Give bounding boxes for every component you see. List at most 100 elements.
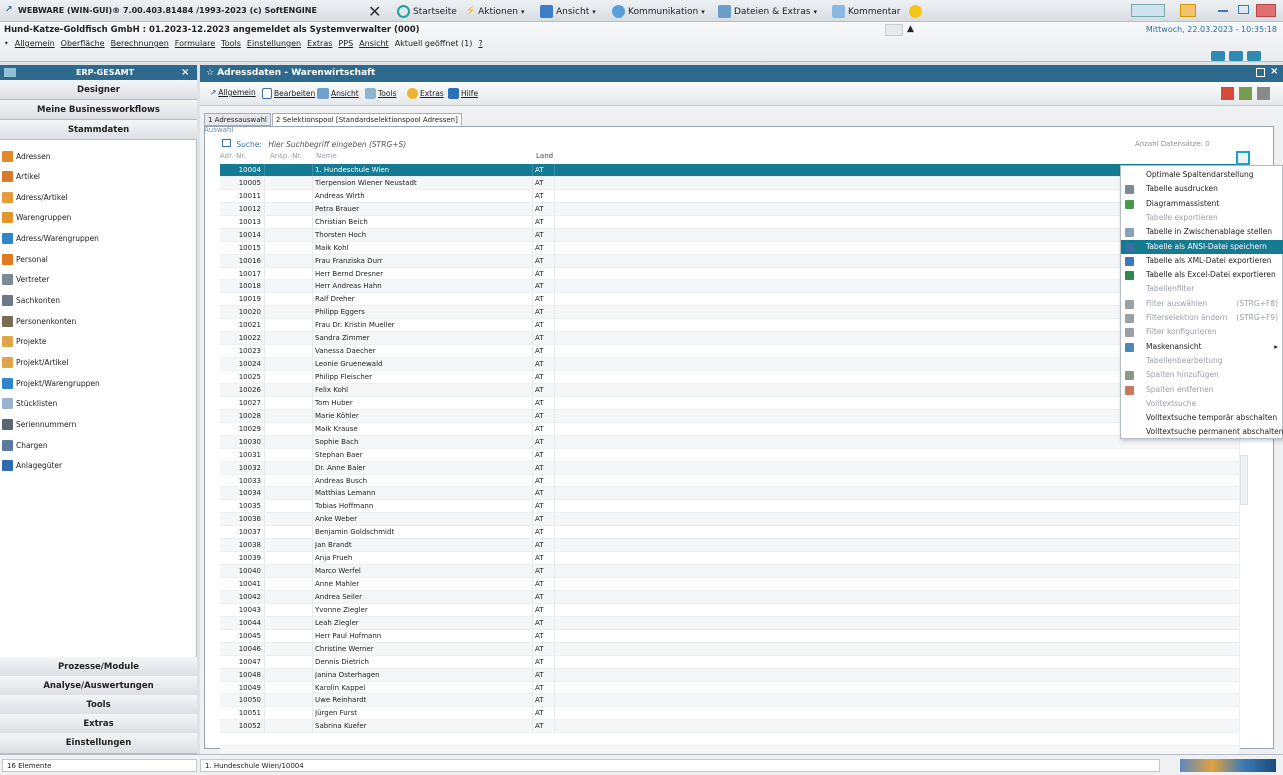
tab-adressauswahl[interactable]: 1 Adressauswahl xyxy=(204,113,271,126)
table-row[interactable]: 10013 Christian Beich AT xyxy=(220,215,1240,229)
toolbar-startseite[interactable]: Startseite xyxy=(397,4,457,19)
sidebar-close-icon[interactable]: × xyxy=(181,67,189,78)
col-land[interactable]: Land xyxy=(536,152,553,160)
maximize-icon[interactable] xyxy=(1238,5,1249,14)
sidebar-item[interactable]: Artikel xyxy=(2,168,40,186)
toolbar-ansicht-main[interactable]: Ansicht xyxy=(317,88,359,99)
table-row[interactable]: 10047 Dennis Dietrich AT xyxy=(220,655,1240,669)
message-icon[interactable] xyxy=(1247,51,1261,61)
menu-einstellungen[interactable]: Einstellungen xyxy=(247,39,301,48)
close-window-icon[interactable]: × xyxy=(1270,66,1278,77)
sidebar-einstellungen[interactable]: Einstellungen xyxy=(0,733,197,754)
tab-selektionspool[interactable]: 2 Selektionspool [Standardselektionspool… xyxy=(271,113,462,126)
menu-berechnungen[interactable]: Berechnungen xyxy=(111,39,169,48)
table-row[interactable]: 10043 Yvonne Ziegler AT xyxy=(220,603,1240,617)
toolbar-extras-main[interactable]: Extras xyxy=(407,88,444,99)
table-row[interactable]: 10011 Andreas Wirth AT xyxy=(220,189,1240,203)
toolbar-tools-main[interactable]: Tools xyxy=(365,88,396,99)
table-row[interactable]: 10035 Tobias Hoffmann AT xyxy=(220,500,1240,514)
sidebar-item[interactable]: Personenkonten xyxy=(2,312,76,330)
sidebar-item[interactable]: Seriennummern xyxy=(2,415,76,433)
folder-icon[interactable] xyxy=(1180,4,1196,17)
menu-oberflaeche[interactable]: Oberfläche xyxy=(61,39,105,48)
table-row[interactable]: 10015 Maik Kohl AT xyxy=(220,241,1240,255)
chevron-up-icon[interactable]: ▲ xyxy=(907,24,914,34)
table-row[interactable]: 10014 Thorsten Hoch AT xyxy=(220,228,1240,242)
table-row[interactable]: 10042 Andrea Seiler AT xyxy=(220,590,1240,604)
sidebar-item[interactable]: Anlagegüter xyxy=(2,457,62,475)
table-row[interactable]: 10004 1. Hundeschule Wien AT xyxy=(220,164,1240,177)
menu-help[interactable]: ? xyxy=(478,39,482,48)
table-row[interactable]: 10040 Marco Werfel AT xyxy=(220,565,1240,578)
table-row[interactable]: 10046 Christine Werner AT xyxy=(220,642,1240,656)
toolbar-kommunikation[interactable]: Kommunikation ▾ xyxy=(612,4,705,19)
menu-extras[interactable]: Extras xyxy=(307,39,332,48)
table-row[interactable]: 10031 Stephan Baer AT xyxy=(220,448,1240,462)
sidebar-tools[interactable]: Tools xyxy=(0,695,197,715)
sidebar-item[interactable]: Warengruppen xyxy=(2,209,71,227)
grid-options-icon[interactable] xyxy=(1236,151,1250,165)
context-menu-item[interactable]: Tabelle als XML-Datei exportieren xyxy=(1121,254,1283,268)
minimize-icon[interactable] xyxy=(1218,6,1228,12)
status-icons[interactable] xyxy=(1180,759,1276,772)
toolbar-kommentar[interactable]: Kommentar xyxy=(832,4,923,19)
sidebar-item[interactable]: Personal xyxy=(2,250,48,268)
table-row[interactable]: 10005 Tierpension Wiener Neustadt AT xyxy=(220,176,1240,190)
context-menu-item[interactable]: Tabelle als Excel-Datei exportieren xyxy=(1121,268,1283,282)
sidebar-item[interactable]: Projekt/Artikel xyxy=(2,354,68,372)
sidebar-item[interactable]: Sachkonten xyxy=(2,292,60,310)
sidebar-item[interactable]: Adress/Artikel xyxy=(2,188,68,206)
table-row[interactable]: 10012 Petra Brauer AT xyxy=(220,202,1240,216)
table-row[interactable]: 10030 Sophie Bach AT xyxy=(220,435,1240,449)
table-row[interactable]: 10049 Karolin Kappel AT xyxy=(220,681,1240,695)
table-row[interactable]: 10017 Herr Bernd Dresner AT xyxy=(220,267,1240,281)
sidebar-designer[interactable]: Designer xyxy=(0,80,197,100)
table-row[interactable]: 10021 Frau Dr. Kristin Mueller AT xyxy=(220,319,1240,333)
sidebar-stammdaten[interactable]: Stammdaten xyxy=(0,120,197,140)
smiley-icon[interactable] xyxy=(909,5,923,18)
table-row[interactable]: 10052 Sabrina Kuefer AT xyxy=(220,720,1240,734)
context-menu-item[interactable]: Volltextsuche temporär abschalten xyxy=(1121,411,1283,425)
col-ansp-nr[interactable]: Ansp.-Nr. xyxy=(270,152,302,160)
menu-tools[interactable]: Tools xyxy=(221,39,241,48)
menu-allgemein[interactable]: Allgemein xyxy=(15,39,55,48)
search-input[interactable]: Hier Suchbegriff eingeben (STRG+S) xyxy=(268,140,406,149)
context-menu-item[interactable]: Maskenansicht ▸ xyxy=(1121,340,1283,354)
window-close-icon[interactable] xyxy=(1256,4,1276,17)
table-row[interactable]: 10036 Anke Weber AT xyxy=(220,513,1240,527)
table-row[interactable]: 10028 Marie Köhler AT xyxy=(220,409,1240,423)
sidebar-item[interactable]: Chargen xyxy=(2,436,48,454)
menu-pps[interactable]: PPS xyxy=(338,39,353,48)
window-switch-icon[interactable] xyxy=(1131,4,1165,17)
table-row[interactable]: 10032 Dr. Anne Baier AT xyxy=(220,461,1240,475)
table-row[interactable]: 10018 Herr Andreas Hahn AT xyxy=(220,280,1240,294)
sidebar-item[interactable]: Projekt/Warengruppen xyxy=(2,374,100,392)
table-row[interactable]: 10024 Leonie Gruenewald AT xyxy=(220,358,1240,371)
table-row[interactable]: 10038 Jan Brandt AT xyxy=(220,539,1240,553)
table-row[interactable]: 10044 Leah Ziegler AT xyxy=(220,616,1240,630)
context-menu-item[interactable]: Diagrammassistent xyxy=(1121,197,1283,211)
notification-icon[interactable] xyxy=(1211,51,1225,61)
menu-ansicht[interactable]: Ansicht xyxy=(359,39,389,48)
table-row[interactable]: 10041 Anne Mahler AT xyxy=(220,578,1240,591)
sidebar-prozesse[interactable]: Prozesse/Module xyxy=(0,657,197,677)
toolbar-dateien[interactable]: Dateien & Extras ▾ xyxy=(718,4,817,19)
close-icon[interactable]: ✕ xyxy=(368,2,381,21)
toolbar-ansicht[interactable]: Ansicht ▾ xyxy=(540,4,596,19)
col-adr-nr[interactable]: Adr.-Nr. xyxy=(220,152,246,160)
table-row[interactable]: 10045 Herr Paul Hofmann AT xyxy=(220,629,1240,643)
menu-aktuell-geoeffnet[interactable]: Aktuell geöffnet (1) xyxy=(395,39,473,48)
table-row[interactable]: 10027 Tom Huber AT xyxy=(220,396,1240,410)
table-row[interactable]: 10019 Ralf Dreher AT xyxy=(220,293,1240,307)
table-row[interactable]: 10022 Sandra Zimmer AT xyxy=(220,332,1240,346)
table-row[interactable]: 10029 Maik Krause AT xyxy=(220,422,1240,436)
restore-icon[interactable] xyxy=(1256,68,1265,77)
context-menu-item[interactable]: Tabelle in Zwischenablage stellen xyxy=(1121,225,1283,239)
table-row[interactable]: 10025 Philipp Fleischer AT xyxy=(220,371,1240,384)
context-menu-item[interactable]: Tabelle ausdrucken xyxy=(1121,182,1283,196)
sidebar-item[interactable]: Stücklisten xyxy=(2,395,57,413)
sidebar-item[interactable]: Projekte xyxy=(2,333,47,351)
table-row[interactable]: 10051 Jürgen Furst AT xyxy=(220,707,1240,721)
table-row[interactable]: 10048 Janina Osterhagen AT xyxy=(220,668,1240,682)
table-row[interactable]: 10020 Philipp Eggers AT xyxy=(220,306,1240,320)
